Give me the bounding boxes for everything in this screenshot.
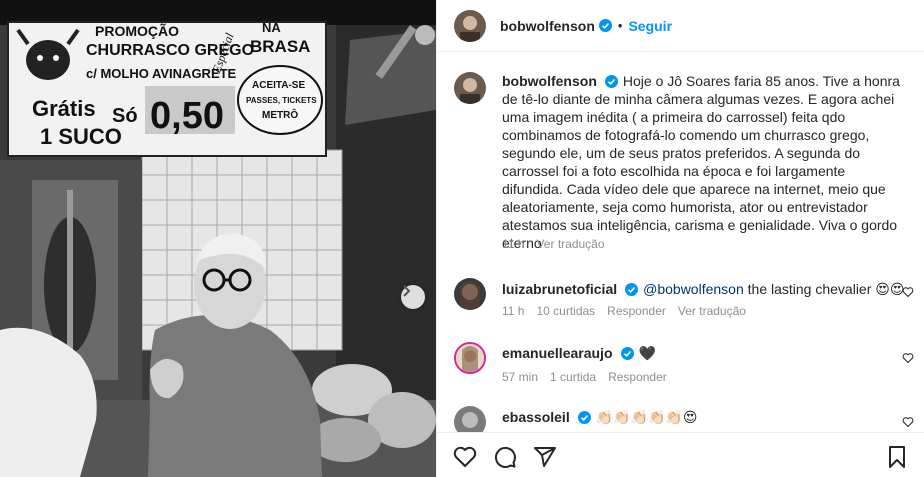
caption-time[interactable]: 11 h bbox=[502, 237, 524, 251]
heart-icon[interactable] bbox=[902, 416, 914, 428]
comment-text: 👏🏻👏🏻👏🏻👏🏻👏🏻😍 bbox=[595, 409, 698, 425]
avatar-image bbox=[454, 278, 486, 310]
post-actions-bar bbox=[437, 432, 924, 477]
comment-text: 🖤 bbox=[638, 345, 656, 361]
follow-button[interactable]: Seguir bbox=[628, 18, 672, 34]
post-header: bobwolfenson • Seguir bbox=[437, 0, 924, 52]
author-avatar[interactable] bbox=[454, 9, 486, 42]
photo-illustration: PROMOÇÃO CHURRASCO GREGO c/ MOLHO AVINAG… bbox=[0, 0, 436, 477]
carousel-next-button[interactable] bbox=[401, 285, 425, 309]
verified-badge-icon bbox=[577, 411, 591, 424]
commenter-username[interactable]: emanuellearaujo bbox=[502, 345, 613, 361]
verified-badge-icon bbox=[604, 75, 618, 88]
header-separator: • bbox=[617, 18, 623, 33]
caption-avatar[interactable] bbox=[454, 72, 486, 104]
comment-icon[interactable] bbox=[493, 445, 517, 469]
post-photo: PROMOÇÃO CHURRASCO GREGO c/ MOLHO AVINAG… bbox=[0, 0, 436, 477]
comment-text: the lasting chevalier 😍😍 bbox=[743, 281, 905, 297]
commenter-avatar[interactable] bbox=[454, 278, 486, 310]
post-modal: PROMOÇÃO CHURRASCO GREGO c/ MOLHO AVINAG… bbox=[0, 0, 924, 477]
caption-username[interactable]: bobwolfenson bbox=[502, 73, 597, 89]
caption-body: bobwolfenson Hoje o Jô Soares faria 85 an… bbox=[502, 72, 906, 252]
avatar-image bbox=[456, 344, 484, 372]
caption-translate-link[interactable]: Ver tradução bbox=[536, 237, 604, 251]
sign-gratis: Grátis bbox=[32, 96, 96, 121]
comment-body: ebassoleil 👏🏻👏🏻👏🏻👏🏻👏🏻😍 bbox=[502, 408, 906, 426]
sign-brasa: BRASA bbox=[250, 37, 310, 56]
heart-icon[interactable] bbox=[902, 352, 914, 364]
chevron-right-icon bbox=[403, 285, 411, 297]
verified-badge-icon bbox=[598, 19, 612, 32]
sign-promo: PROMOÇÃO bbox=[95, 22, 179, 39]
avatar-image bbox=[454, 72, 486, 104]
comment-reply-button[interactable]: Responder bbox=[607, 304, 666, 318]
post-panel: bobwolfenson • Seguir bobwolfenson Hoje o… bbox=[436, 0, 924, 477]
sign-suco: 1 SUCO bbox=[40, 124, 122, 149]
commenter-username[interactable]: ebassoleil bbox=[502, 409, 570, 425]
sign-metro: METRÔ bbox=[262, 108, 298, 121]
heart-icon[interactable] bbox=[453, 445, 477, 469]
comment-mention-link[interactable]: @bobwolfenson bbox=[643, 281, 744, 297]
avatar-image bbox=[454, 406, 486, 432]
caption-meta: 11 h Ver tradução bbox=[502, 237, 605, 251]
comment-translate-link[interactable]: Ver tradução bbox=[678, 304, 746, 318]
verified-badge-icon bbox=[625, 283, 639, 296]
comment-meta: 57 min 1 curtida Responder bbox=[502, 370, 667, 384]
comment-reply-button[interactable]: Responder bbox=[608, 370, 667, 384]
verified-badge-icon bbox=[620, 347, 634, 360]
sign-passes: PASSES, TICKETS bbox=[246, 96, 317, 105]
save-icon[interactable] bbox=[885, 445, 909, 469]
comment-time[interactable]: 57 min bbox=[502, 370, 538, 384]
comment-body: luizabrunetoficial @bobwolfenson the last… bbox=[502, 280, 906, 298]
comment-body: emanuellearaujo 🖤 bbox=[502, 344, 906, 362]
comment-time[interactable]: 11 h bbox=[502, 304, 524, 318]
commenter-avatar[interactable] bbox=[454, 342, 486, 374]
commenter-username[interactable]: luizabrunetoficial bbox=[502, 281, 617, 297]
share-icon[interactable] bbox=[533, 445, 557, 469]
comments-list: bobwolfenson Hoje o Jô Soares faria 85 an… bbox=[437, 60, 924, 432]
sign-price: 0,50 bbox=[150, 95, 224, 137]
sign-so: Só bbox=[112, 105, 138, 127]
commenter-avatar[interactable] bbox=[454, 406, 486, 432]
author-username[interactable]: bobwolfenson bbox=[500, 18, 595, 34]
comment-likes-count[interactable]: 10 curtidas bbox=[536, 304, 595, 318]
comment-likes-count[interactable]: 1 curtida bbox=[550, 370, 596, 384]
sign-aceita: ACEITA-SE bbox=[252, 80, 305, 91]
sign-na: NA bbox=[262, 20, 281, 35]
comment-meta: 11 h 10 curtidas Responder Ver tradução bbox=[502, 304, 746, 318]
avatar-image bbox=[454, 9, 486, 42]
caption-text: Hoje o Jô Soares faria 85 anos. Tive a h… bbox=[502, 73, 900, 251]
heart-icon[interactable] bbox=[902, 286, 914, 298]
